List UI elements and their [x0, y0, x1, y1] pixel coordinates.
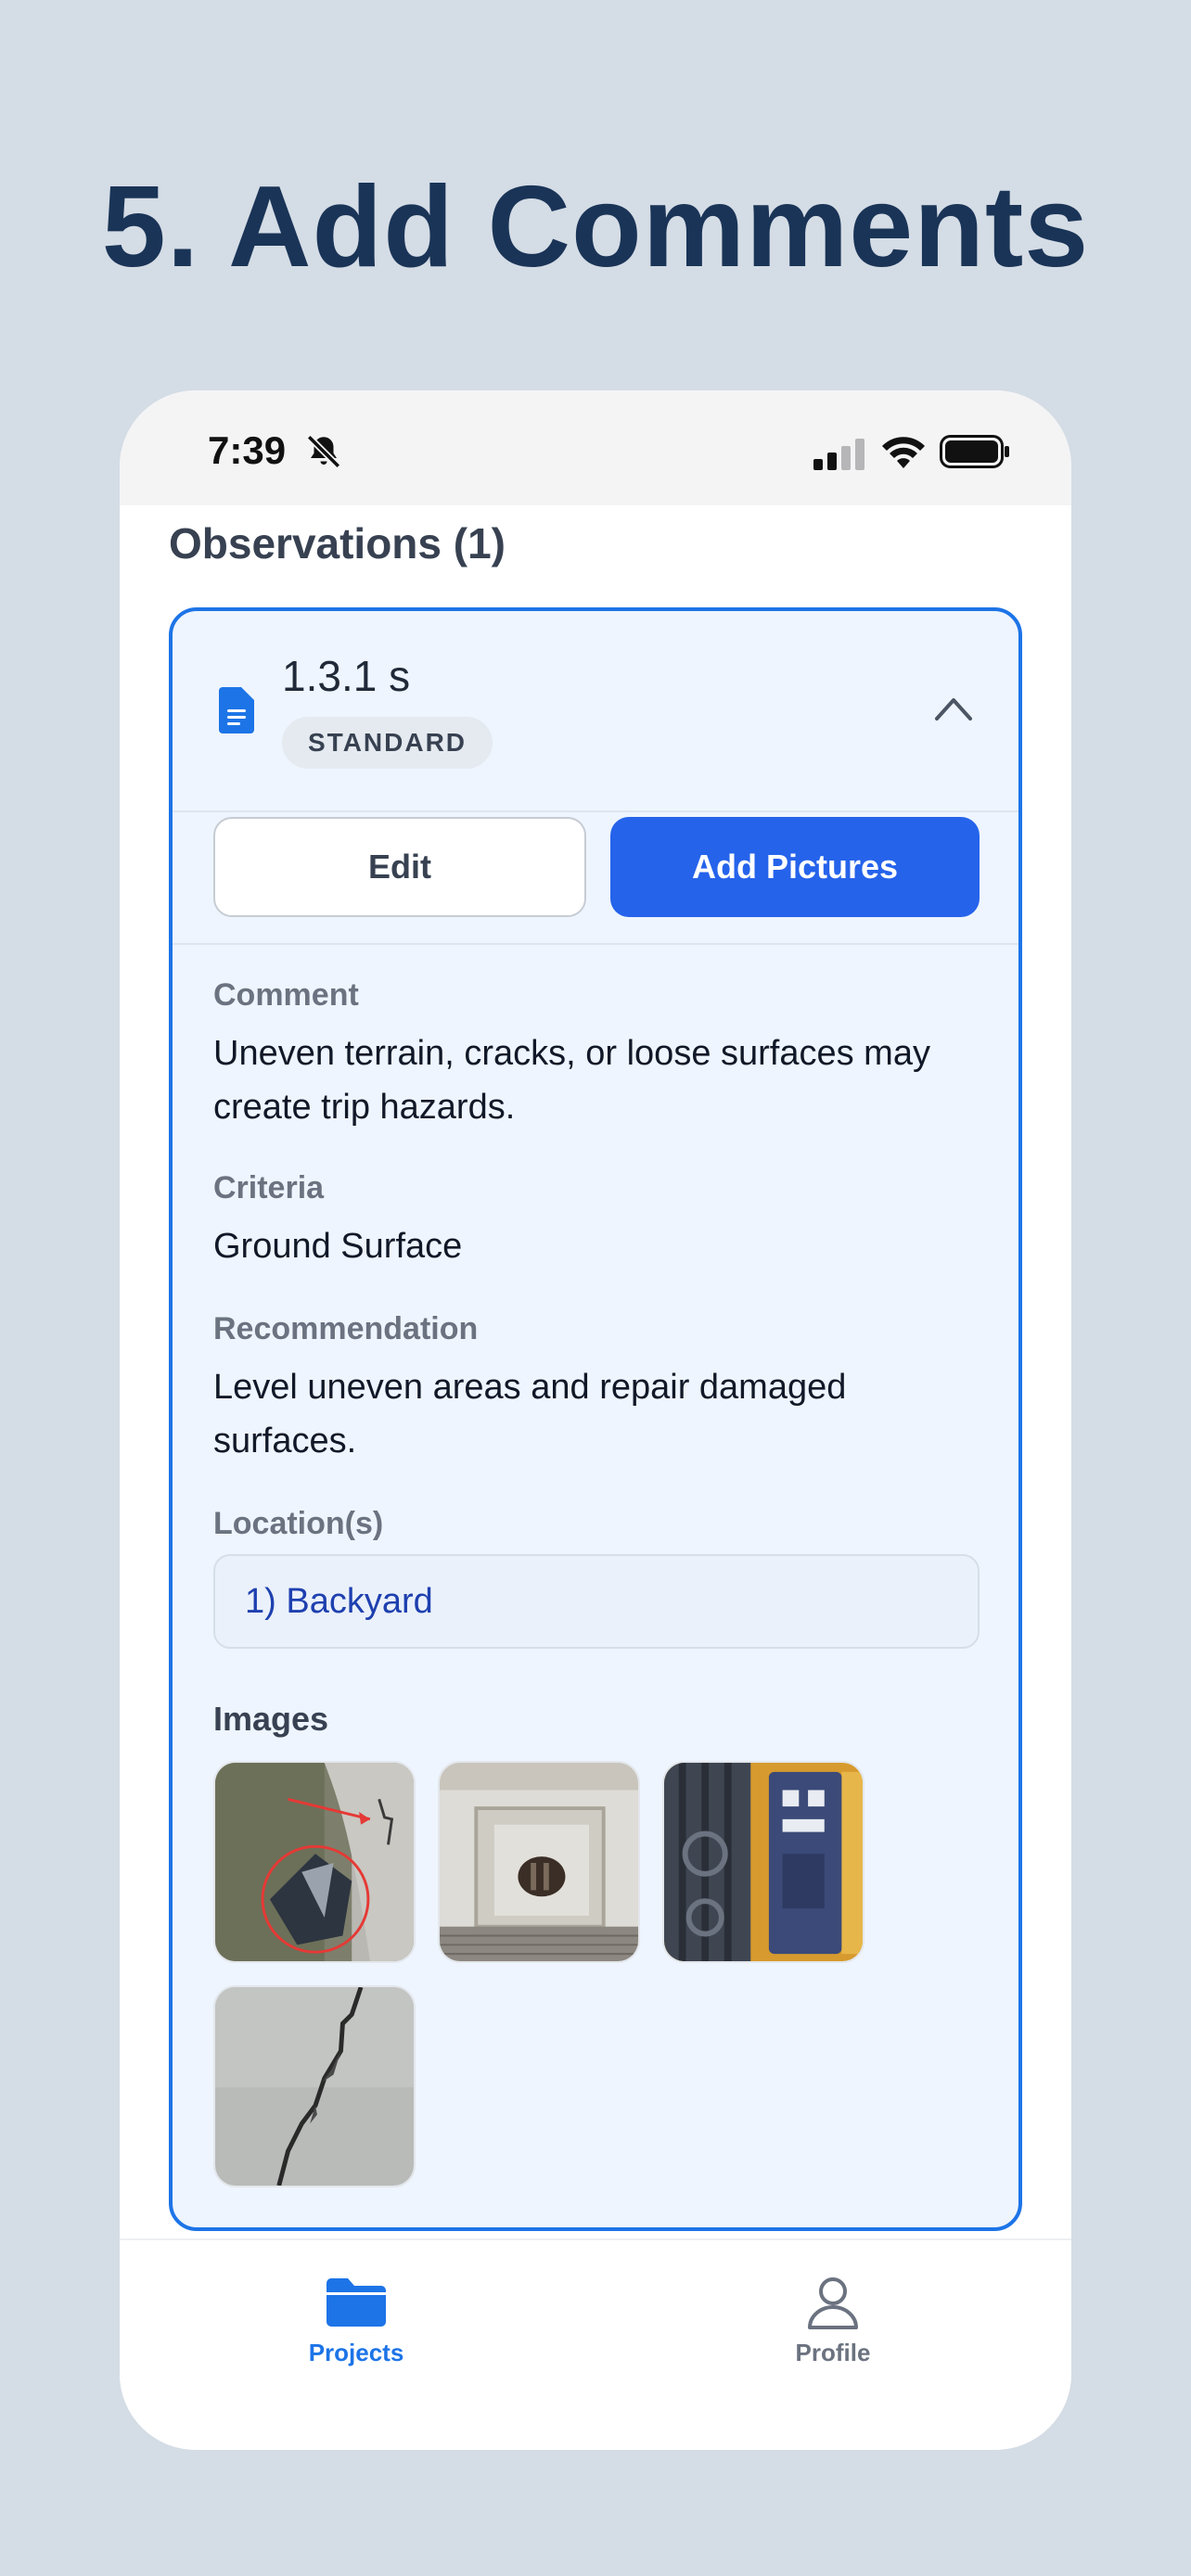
person-icon [808, 2277, 858, 2329]
folder-icon [327, 2278, 386, 2327]
comment-label: Comment [213, 977, 359, 1013]
images-label: Images [213, 1700, 329, 1738]
header-divider [173, 810, 1018, 812]
damaged-wall-image [215, 1763, 414, 1961]
observation-code: 1.3.1 s [282, 652, 411, 700]
tab-bar: Projects Profile [120, 2238, 1071, 2450]
tab-profile[interactable]: Profile [740, 2276, 926, 2378]
image-thumbnail[interactable] [213, 1761, 416, 1963]
cracked-concrete-image [215, 1987, 414, 2186]
location-item[interactable]: 1) Backyard [213, 1554, 980, 1649]
battery-icon [940, 435, 1009, 468]
image-thumbnail[interactable] [662, 1761, 864, 1963]
status-time: 7:39 [208, 428, 287, 472]
chevron-up-icon[interactable] [933, 695, 974, 722]
criteria-label: Criteria [213, 1170, 325, 1205]
recommendation-label: Recommendation [213, 1311, 479, 1346]
recommendation-text: Level uneven areas and repair damaged su… [213, 1368, 847, 1460]
image-thumbnail[interactable] [438, 1761, 640, 1963]
wifi-icon [882, 437, 925, 468]
observation-card-header[interactable]: 1.3.1 s STANDARD [173, 611, 1018, 810]
tab-label-projects: Projects [308, 2339, 404, 2366]
edit-button[interactable]: Edit [213, 817, 586, 917]
phone-screen: 7:39 Observations (1) 1.3.1 s STANDARD E… [120, 390, 1071, 2450]
cellular-signal-icon [813, 439, 864, 470]
standard-badge: STANDARD [282, 717, 493, 769]
tab-projects[interactable]: Projects [263, 2276, 449, 2378]
document-icon [219, 687, 254, 733]
observations-heading: Observations (1) [169, 519, 506, 567]
weathered-wall-image [440, 1763, 638, 1961]
comment-text: Uneven terrain, cracks, or loose surface… [213, 1034, 930, 1127]
tab-label-profile: Profile [795, 2339, 871, 2366]
criteria-text: Ground Surface [213, 1227, 463, 1266]
buttons-divider [173, 943, 1018, 945]
status-bar: 7:39 [120, 390, 1071, 505]
observation-card: 1.3.1 s STANDARD Edit Add Pictures Comme… [169, 607, 1022, 2231]
location-text: 1) Backyard [245, 1582, 433, 1621]
image-thumbnail[interactable] [213, 1985, 416, 2187]
add-pictures-button[interactable]: Add Pictures [610, 817, 980, 917]
bell-slash-icon [306, 434, 341, 469]
locations-label: Location(s) [213, 1506, 384, 1541]
page-headline: 5. Add Comments [101, 163, 1090, 291]
electrical-panel-image [664, 1763, 863, 1961]
